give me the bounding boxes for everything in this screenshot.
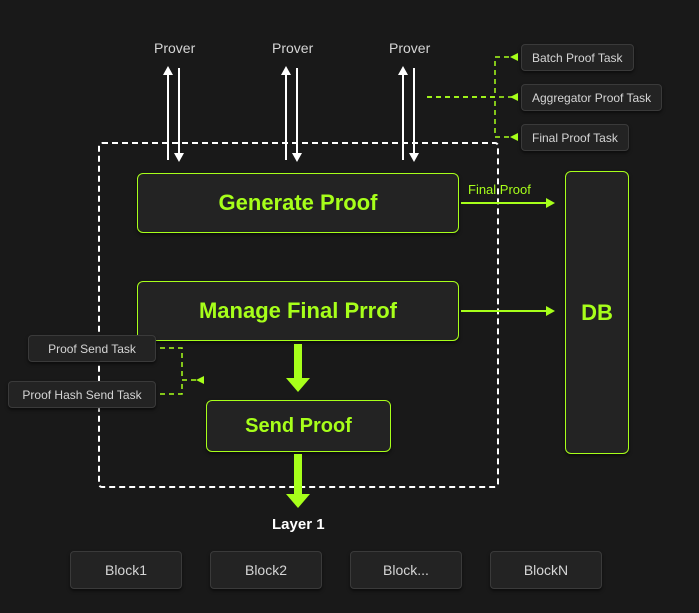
arrow-right-icon: [461, 310, 553, 312]
task-batch-proof: Batch Proof Task: [521, 44, 634, 71]
arrow-right-icon: [461, 202, 553, 204]
block-box: Block2: [210, 551, 322, 589]
db-box: DB: [565, 171, 629, 454]
block-box: BlockN: [490, 551, 602, 589]
module-manage-final-proof: Manage Final Prrof: [137, 281, 459, 341]
layer1-label: Layer 1: [272, 516, 325, 533]
module-send-proof: Send Proof: [206, 400, 391, 452]
block-box: Block1: [70, 551, 182, 589]
prover-label: Prover: [389, 40, 430, 56]
module-generate-proof: Generate Proof: [137, 173, 459, 233]
task-proof-send: Proof Send Task: [28, 335, 156, 362]
task-final-proof: Final Proof Task: [521, 124, 629, 151]
prover-label: Prover: [154, 40, 195, 56]
final-proof-label: Final Proof: [468, 182, 531, 197]
task-aggregator-proof: Aggregator Proof Task: [521, 84, 662, 111]
prover-label: Prover: [272, 40, 313, 56]
arrow-down-icon: [294, 344, 302, 382]
arrow-down-icon: [294, 454, 302, 498]
block-box: Block...: [350, 551, 462, 589]
task-proof-hash-send: Proof Hash Send Task: [8, 381, 156, 408]
